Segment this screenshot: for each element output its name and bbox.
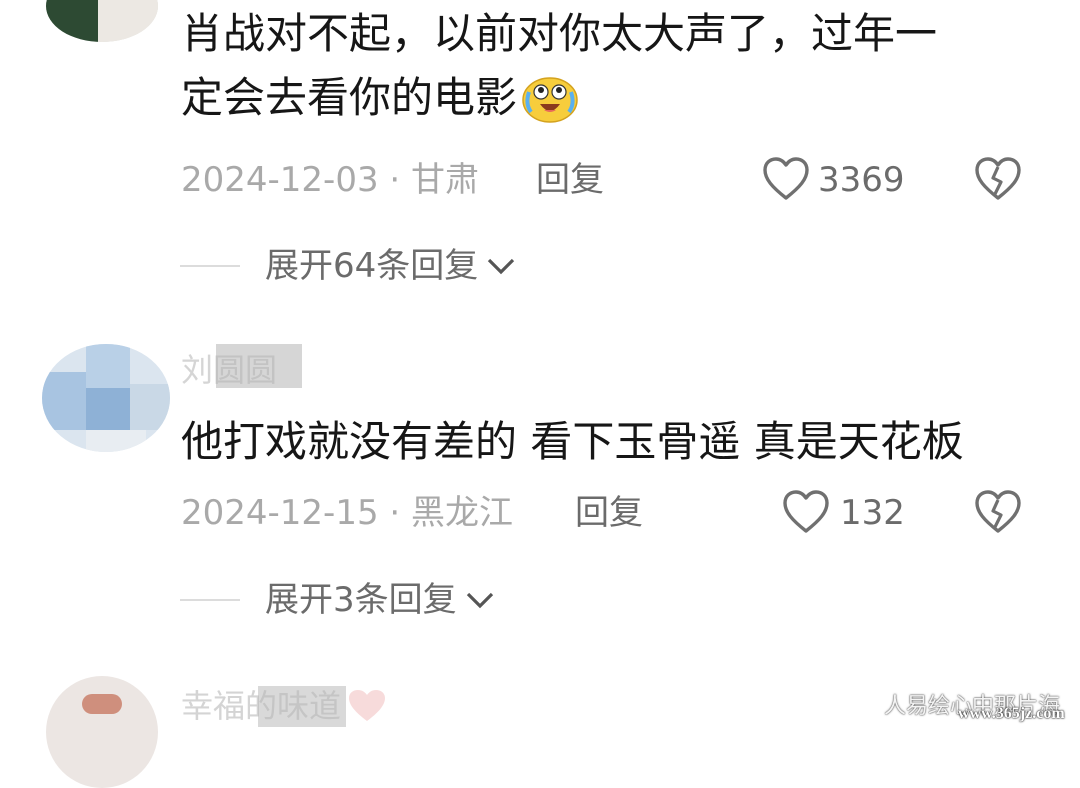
comment-1-like-count: 3369 — [818, 160, 905, 200]
comment-2-avatar[interactable] — [42, 344, 170, 452]
comment-3-avatar[interactable] — [46, 676, 158, 788]
chevron-down-icon — [465, 590, 495, 610]
watermark-url: www.365jz.com — [958, 705, 1065, 722]
comment-1-date-location: 2024-12-03 · 甘肃 — [181, 160, 480, 200]
comment-1-text-line-2-content: 定会去看你的电影 — [181, 73, 518, 122]
comment-1-text-line-2: 定会去看你的电影 — [181, 66, 1041, 130]
comment-1-avatar[interactable] — [46, 0, 158, 42]
chevron-down-icon — [486, 256, 516, 276]
comment-2-reply-button[interactable]: 回复 — [575, 493, 643, 533]
comment-3-username[interactable]: 幸福的味道 — [181, 688, 387, 724]
comment-1-reply-button[interactable]: 回复 — [536, 160, 604, 200]
comment-2-expand-divider — [180, 599, 240, 601]
comment-1-expand-replies-button[interactable]: 展开64条回复 — [265, 246, 516, 286]
broken-heart-icon[interactable] — [974, 489, 1022, 535]
broken-heart-icon[interactable] — [974, 156, 1022, 202]
comment-2-date-location: 2024-12-15 · 黑龙江 — [181, 493, 514, 533]
comment-1-expand-divider — [180, 265, 240, 267]
comment-2-like-count: 132 — [840, 493, 905, 533]
heart-outline-icon[interactable] — [762, 156, 810, 202]
comment-3-username-text: 幸福的味道 — [181, 687, 342, 725]
comment-1-expand-label: 展开64条回复 — [265, 246, 479, 286]
heart-icon — [347, 688, 387, 724]
crying-laughing-emoji-icon — [521, 72, 579, 124]
comment-1-text-line-1: 肖战对不起，以前对你太大声了，过年一 — [181, 9, 938, 58]
comment-2-username[interactable]: 刘圆圆 — [181, 352, 277, 388]
heart-outline-icon[interactable] — [782, 489, 830, 535]
comment-2-expand-label: 展开3条回复 — [265, 580, 457, 620]
comment-2-expand-replies-button[interactable]: 展开3条回复 — [265, 580, 495, 620]
comment-1-text: 肖战对不起，以前对你太大声了，过年一 定会去看你的电影 — [181, 2, 1041, 130]
comment-2-text: 他打戏就没有差的 看下玉骨遥 真是天花板 — [181, 417, 964, 466]
